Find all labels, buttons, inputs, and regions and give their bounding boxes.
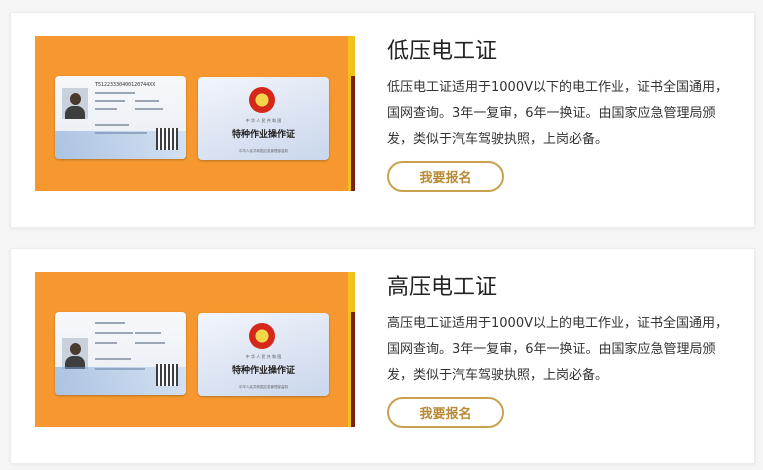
course-info: 高压电工证 高压电工证适用于1000V以上的电工作业，证书全国通用，国网查询。3… xyxy=(387,273,737,389)
course-description: 低压电工证适用于1000V以下的电工作业，证书全国通用，国网查询。3年一复审，6… xyxy=(387,80,728,147)
cert-title: 特种作业操作证 xyxy=(231,366,295,376)
course-card-high-voltage: 中 华 人 民 共 和 国 特种作业操作证 中华人民共和国应急管理部监制 高压电… xyxy=(10,248,755,464)
national-emblem-icon xyxy=(249,87,275,113)
qr-code-icon xyxy=(156,364,178,386)
national-emblem-icon xyxy=(249,323,275,349)
course-info: 低压电工证 低压电工证适用于1000V以下的电工作业，证书全国通用，国网查询。3… xyxy=(387,37,737,153)
course-card-low-voltage: T51223330400120744XX 中 华 人 民 共 和 国 特种作业操… xyxy=(10,12,755,228)
banner-stripe-dark xyxy=(351,312,355,427)
qr-code-icon xyxy=(156,128,178,150)
cert-footer: 中华人民共和国应急管理部监制 xyxy=(239,385,288,389)
banner-stripe-dark xyxy=(351,76,355,191)
enroll-button[interactable]: 我要报名 xyxy=(387,397,504,428)
cert-header: 中 华 人 民 共 和 国 xyxy=(245,118,282,123)
cert-title: 特种作业操作证 xyxy=(231,130,295,140)
person-photo xyxy=(62,88,88,119)
person-photo xyxy=(62,338,88,369)
license-number: T51223330400120744XX xyxy=(95,82,156,88)
certificate-cover-image: 中 华 人 民 共 和 国 特种作业操作证 中华人民共和国应急管理部监制 xyxy=(198,313,329,396)
license-card-image: T51223330400120744XX xyxy=(55,76,186,159)
course-title[interactable]: 低压电工证 xyxy=(387,37,737,67)
course-banner-image[interactable]: T51223330400120744XX 中 华 人 民 共 和 国 特种作业操… xyxy=(35,36,355,191)
cert-header: 中 华 人 民 共 和 国 xyxy=(245,354,282,359)
certificate-cover-image: 中 华 人 民 共 和 国 特种作业操作证 中华人民共和国应急管理部监制 xyxy=(198,77,329,160)
course-banner-image[interactable]: 中 华 人 民 共 和 国 特种作业操作证 中华人民共和国应急管理部监制 xyxy=(35,272,355,427)
enroll-button[interactable]: 我要报名 xyxy=(387,161,504,192)
course-description: 高压电工证适用于1000V以上的电工作业，证书全国通用，国网查询。3年一复审，6… xyxy=(387,316,728,383)
course-title[interactable]: 高压电工证 xyxy=(387,273,737,303)
cert-footer: 中华人民共和国应急管理部监制 xyxy=(239,149,288,153)
license-card-image xyxy=(55,312,186,395)
